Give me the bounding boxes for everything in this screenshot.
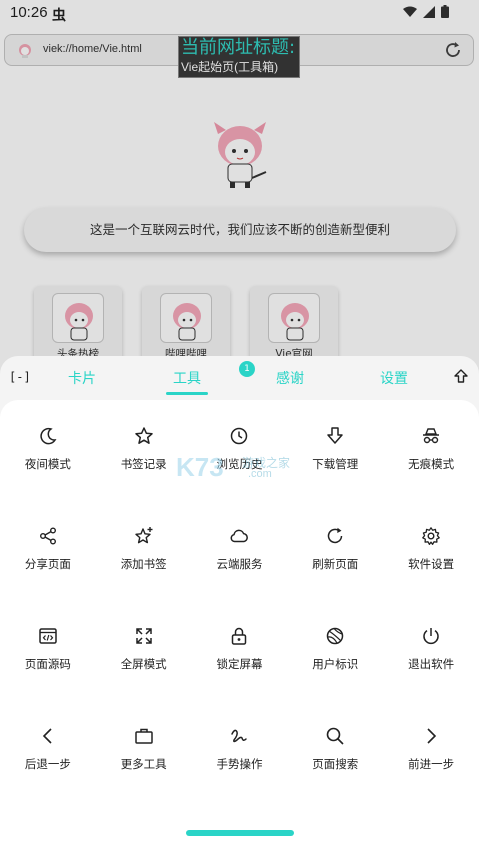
notification-badge: 1 — [239, 361, 255, 377]
tool-label: 退出软件 — [408, 657, 455, 671]
tool-label: 手势操作 — [216, 757, 263, 771]
tool-label: 全屏模式 — [120, 657, 167, 671]
tool-incognito[interactable]: 无痕模式 — [383, 414, 479, 514]
share-icon — [38, 526, 58, 546]
arrow-up-icon[interactable] — [453, 368, 469, 384]
tool-label: 页面搜索 — [312, 757, 359, 771]
tool-label: 用户标识 — [312, 657, 359, 671]
tool-settings[interactable]: 软件设置 — [383, 514, 479, 614]
tool-label: 下载管理 — [312, 457, 359, 471]
watermark-logo: K73 — [176, 452, 224, 482]
collapse-button[interactable]: [-] — [9, 370, 31, 384]
tool-page-source[interactable]: 页面源码 — [0, 614, 96, 714]
lock-icon — [229, 626, 249, 646]
tool-label: 分享页面 — [24, 557, 71, 571]
tool-label: 书签记录 — [120, 457, 167, 471]
home-indicator[interactable] — [186, 830, 294, 836]
tool-label: 刷新页面 — [312, 557, 359, 571]
watermark-domain: .com — [248, 468, 272, 480]
gesture-icon — [229, 726, 249, 746]
tool-label: 前进一步 — [408, 757, 455, 771]
tool-label: 页面源码 — [24, 657, 71, 671]
tool-exit-app[interactable]: 退出软件 — [383, 614, 479, 714]
tool-add-bookmark[interactable]: 添加书签 — [96, 514, 192, 614]
tool-cloud[interactable]: 云端服务 — [192, 514, 288, 614]
power-icon — [421, 626, 441, 646]
tool-label: 无痕模式 — [408, 457, 455, 471]
incognito-icon — [421, 426, 441, 446]
star-icon — [134, 426, 154, 446]
code-icon — [38, 626, 58, 646]
gear-icon — [421, 526, 441, 546]
tool-refresh[interactable]: 刷新页面 — [287, 514, 383, 614]
tab-thanks[interactable]: 感谢 — [276, 368, 304, 388]
globe-icon — [325, 626, 345, 646]
fullscreen-icon — [134, 626, 154, 646]
sheet-tab-bar: [-] 卡片 工具 1 感谢 设置 — [0, 356, 479, 398]
star-add-icon — [134, 526, 154, 546]
tool-share[interactable]: 分享页面 — [0, 514, 96, 614]
briefcase-icon — [134, 726, 154, 746]
tool-go-back[interactable]: 后退一步 — [0, 714, 96, 814]
chevron-left-icon — [38, 726, 58, 746]
tool-label: 夜间模式 — [24, 457, 71, 471]
tool-label: 软件设置 — [408, 557, 455, 571]
tool-fullscreen[interactable]: 全屏模式 — [96, 614, 192, 714]
moon-icon — [38, 426, 58, 446]
tool-go-forward[interactable]: 前进一步 — [383, 714, 479, 814]
search-icon — [325, 726, 345, 746]
tool-night-mode[interactable]: 夜间模式 — [0, 414, 96, 514]
tool-label: 云端服务 — [216, 557, 263, 571]
tools-panel: 夜间模式 书签记录 浏览历史 下载管理 无痕模式 分享页面 添加书签 云端服务 … — [0, 400, 479, 851]
refresh-icon — [325, 526, 345, 546]
tool-label: 后退一步 — [24, 757, 71, 771]
active-tab-indicator — [166, 392, 208, 395]
tool-label: 更多工具 — [120, 757, 167, 771]
tool-find-in-page[interactable]: 页面搜索 — [287, 714, 383, 814]
tab-cards[interactable]: 卡片 — [68, 368, 96, 388]
tool-more-tools[interactable]: 更多工具 — [96, 714, 192, 814]
tool-gestures[interactable]: 手势操作 — [192, 714, 288, 814]
tools-bottom-sheet: [-] 卡片 工具 1 感谢 设置 夜间模式 书签记录 浏览历史 下载管理 无痕… — [0, 356, 479, 851]
tool-user-agent[interactable]: 用户标识 — [287, 614, 383, 714]
tool-lock-screen[interactable]: 锁定屏幕 — [192, 614, 288, 714]
chevron-right-icon — [421, 726, 441, 746]
tab-tools[interactable]: 工具 — [173, 368, 201, 388]
tab-settings[interactable]: 设置 — [380, 368, 408, 388]
download-icon — [325, 426, 345, 446]
site-watermark: K73 游戏之家 .com — [176, 452, 306, 486]
tool-label: 添加书签 — [120, 557, 167, 571]
tool-label: 锁定屏幕 — [216, 657, 263, 671]
clock-icon — [229, 426, 249, 446]
cloud-icon — [229, 526, 249, 546]
